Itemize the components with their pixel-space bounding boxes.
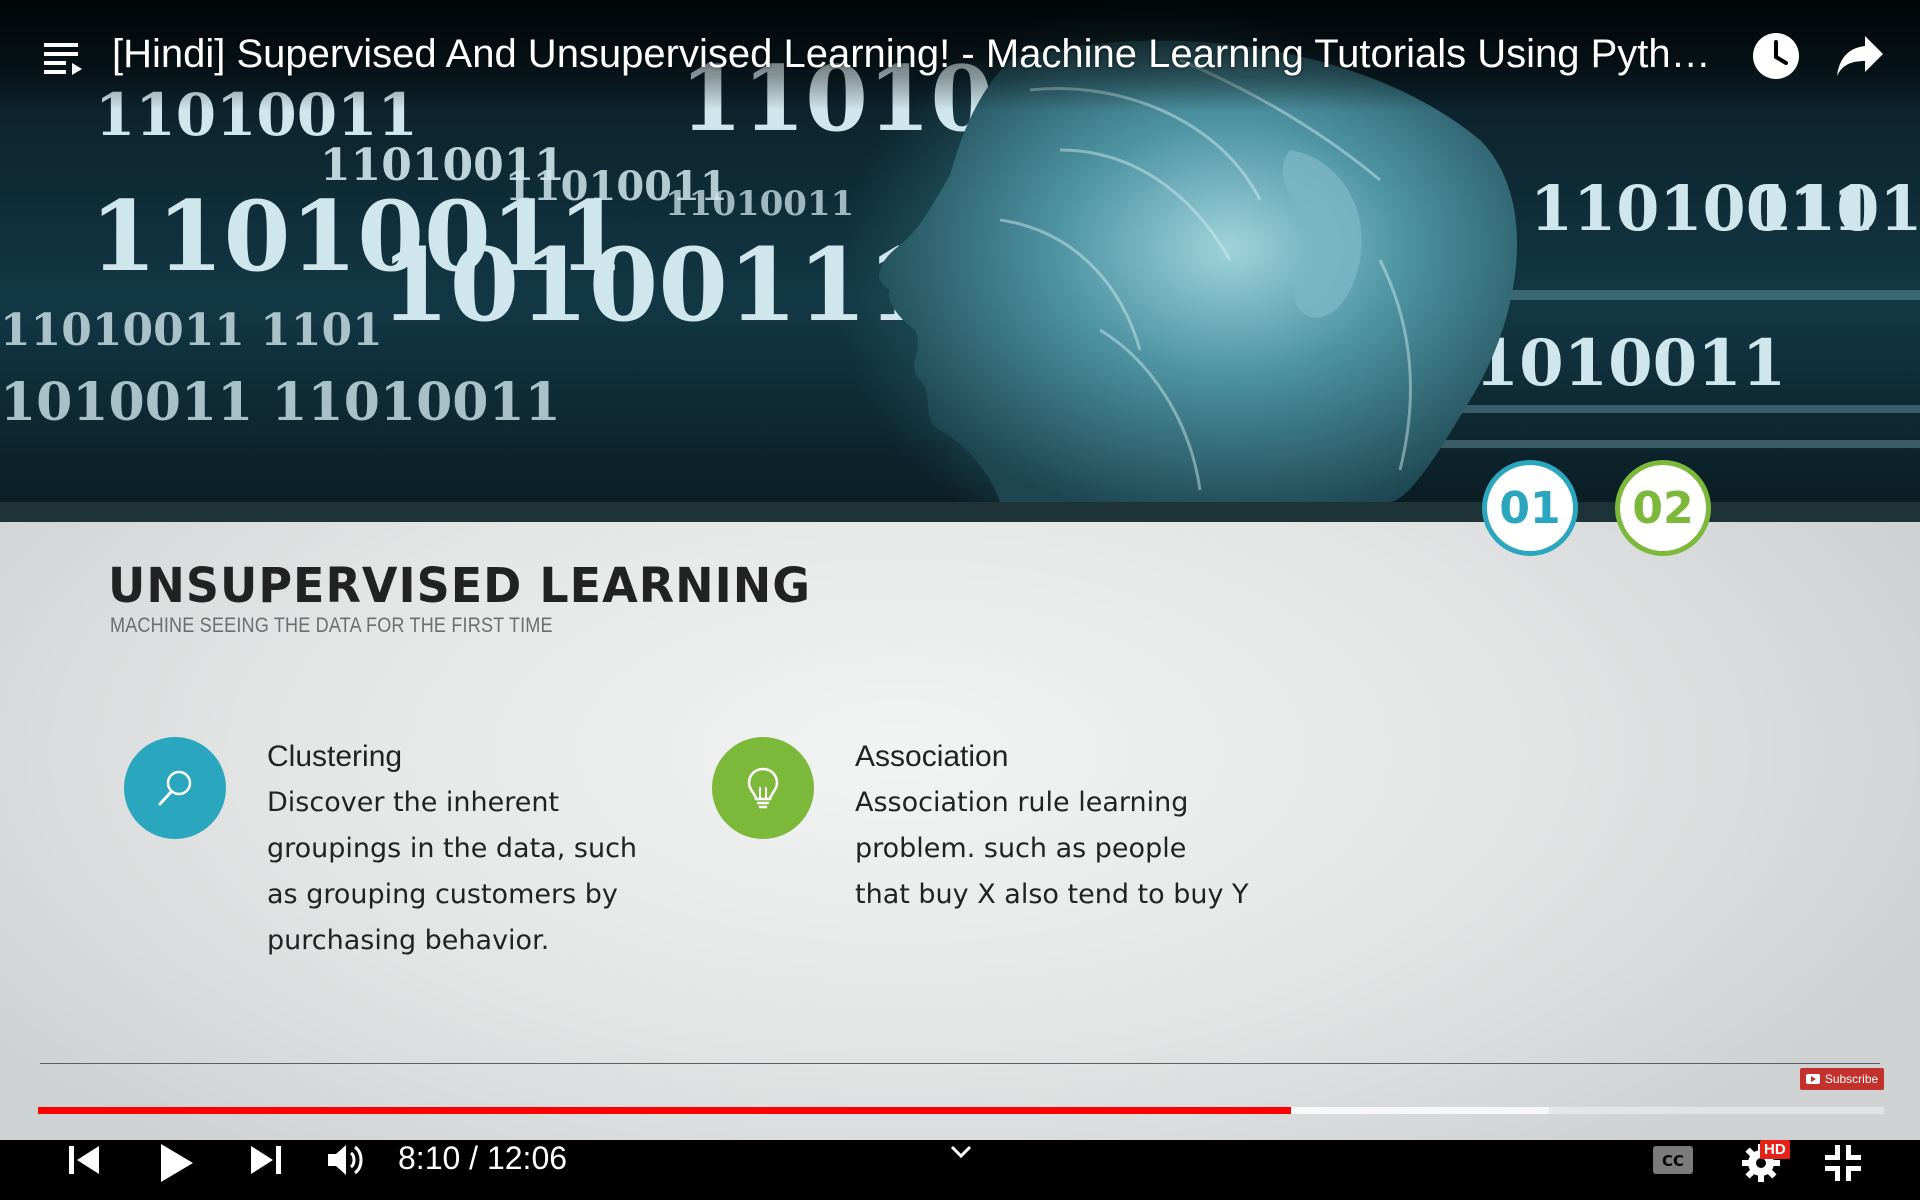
feature-line: Discover the inherent	[267, 787, 560, 818]
feature-heading-clustering: Clustering	[267, 740, 403, 773]
slide-subtitle: MACHINE SEEING THE DATA FOR THE FIRST TI…	[110, 614, 553, 637]
video-title[interactable]: [Hindi] Supervised And Unsupervised Lear…	[112, 30, 1732, 78]
video-player[interactable]: 11010011 11010011 11010011 11010011 1101…	[0, 0, 1920, 1200]
subscribe-button[interactable]: Subscribe	[1800, 1068, 1884, 1090]
playlist-icon[interactable]	[40, 38, 86, 78]
chevron-down-icon[interactable]	[944, 1138, 978, 1166]
progress-played	[38, 1107, 1292, 1114]
volume-icon[interactable]	[322, 1138, 372, 1182]
clustering-circle	[124, 737, 226, 839]
feature-line: purchasing behavior.	[267, 925, 550, 956]
hd-badge: HD	[1760, 1140, 1790, 1159]
search-icon	[158, 770, 192, 806]
progress-bar[interactable]	[38, 1107, 1884, 1114]
binary-text: 10100111	[380, 226, 937, 344]
feature-line: as grouping customers by	[267, 879, 618, 910]
play-icon[interactable]	[152, 1138, 202, 1188]
binary-text: 11010011 1101	[0, 305, 383, 356]
feature-line: that buy X also tend to buy Y	[855, 879, 1249, 910]
captions-icon[interactable]: CC	[1648, 1138, 1698, 1182]
binary-text: 1010011 11010011	[0, 372, 561, 433]
time-display: 8:10 / 12:06	[398, 1140, 568, 1176]
subscribe-label: Subscribe	[1824, 1072, 1879, 1086]
binary-text: 11010011	[665, 184, 854, 224]
slide-badge-01: 01	[1482, 460, 1578, 556]
lightbulb-icon	[747, 767, 779, 809]
feature-body-clustering: Discover the inherent groupings in the d…	[267, 780, 637, 964]
exit-fullscreen-icon[interactable]	[1818, 1138, 1868, 1188]
previous-icon[interactable]	[62, 1138, 106, 1182]
top-bar: [Hindi] Supervised And Unsupervised Lear…	[0, 0, 1920, 110]
slide-title: UNSUPERVISED LEARNING	[108, 556, 811, 614]
svg-text:CC: CC	[1662, 1152, 1684, 1170]
next-icon[interactable]	[244, 1138, 288, 1182]
feature-body-association: Association rule learning problem. such …	[855, 780, 1249, 918]
slide-divider	[40, 1063, 1880, 1064]
feature-line: problem. such as people	[855, 833, 1187, 864]
youtube-icon	[1805, 1074, 1820, 1084]
binary-text: 11010011 1101	[1750, 172, 1920, 245]
association-circle	[712, 737, 814, 839]
feature-heading-association: Association	[855, 740, 1009, 773]
share-icon[interactable]	[1834, 32, 1886, 80]
feature-line: groupings in the data, such	[267, 833, 638, 864]
slide-content: UNSUPERVISED LEARNING MACHINE SEEING THE…	[0, 522, 1920, 1140]
watch-later-icon[interactable]	[1750, 30, 1802, 82]
slide-badge-02: 02	[1615, 460, 1711, 556]
feature-line: Association rule learning	[855, 787, 1189, 818]
